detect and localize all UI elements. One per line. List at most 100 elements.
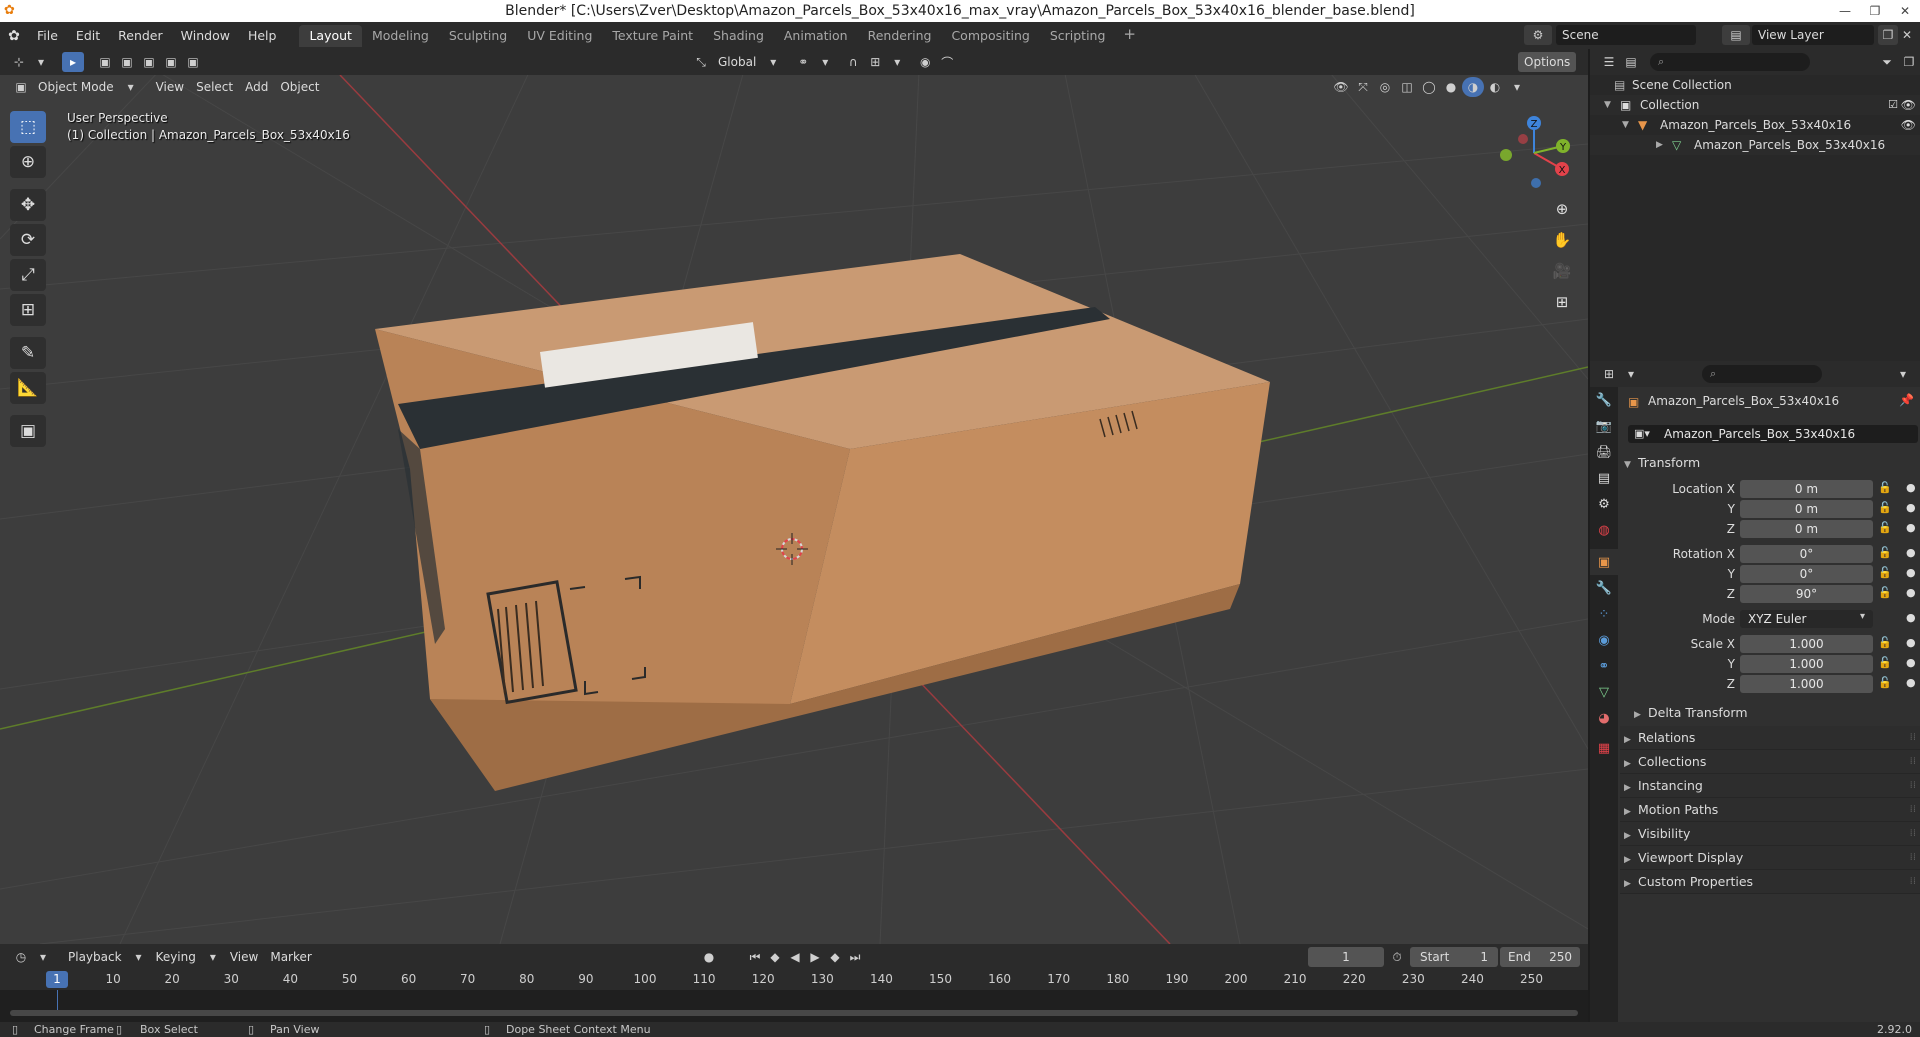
pan-hand-icon[interactable]: ✋ [1548,226,1576,254]
expand-arrow-icon[interactable]: ▶ [1656,135,1663,155]
panel-grip-icon[interactable]: ⁞⁞ [1910,750,1916,774]
keyframe-dot-icon[interactable]: ● [1906,501,1916,514]
tab-texture-paint[interactable]: Texture Paint [602,25,703,47]
chevron-down-icon[interactable]: ▾ [120,77,142,97]
panel-grip-icon[interactable]: ⁞⁞ [1910,846,1916,870]
tab-rendering[interactable]: Rendering [858,25,942,47]
eye-icon[interactable]: 👁 [1901,95,1916,115]
texture-tab-icon[interactable]: ▦ [1590,735,1618,761]
timeline-editor-type-icon[interactable]: ◷ [10,947,32,967]
expand-arrow-icon[interactable]: ▼ [1604,95,1611,115]
transform-panel-header[interactable]: ▼ Transform [1620,451,1920,475]
record-icon[interactable]: ● [698,947,720,967]
material-shading-icon[interactable]: ◑ [1462,77,1484,97]
lock-icon[interactable]: 🔓 [1878,676,1892,689]
menu-keying[interactable]: Keying [150,947,202,967]
menu-marker[interactable]: Marker [264,947,317,967]
xray-toggle-icon[interactable]: ◫ [1396,77,1418,97]
keyframe-dot-icon[interactable]: ● [1906,586,1916,599]
proportional-editing-icon[interactable]: ◉ [914,52,936,72]
orientation-dropdown[interactable]: Global [712,52,762,72]
location-y-field[interactable]: 0 m [1740,500,1873,518]
select-mode-new-icon[interactable]: ▣ [94,52,116,72]
keyframe-dot-icon[interactable]: ● [1906,611,1916,624]
perspective-toggle-icon[interactable]: ⊞ [1548,288,1576,316]
jump-end-icon[interactable]: ⏭ [844,947,866,967]
transform-tool-icon[interactable]: ⊞ [10,294,46,326]
select-mode-invert-icon[interactable]: ▣ [160,52,182,72]
chevron-down-icon[interactable]: ▾ [1620,364,1642,384]
scale-y-field[interactable]: 1.000 [1740,655,1873,673]
keyframe-dot-icon[interactable]: ● [1906,566,1916,579]
outliner-row-mesh[interactable]: ▶ ▽ Amazon_Parcels_Box_53x40x16 [1590,135,1920,155]
scale-tool-icon[interactable]: ⤢ [10,259,46,291]
play-reverse-icon[interactable]: ◀ [784,947,806,967]
output-tab-icon[interactable]: 🖨 [1590,439,1618,465]
chevron-down-icon[interactable]: ▾ [886,52,908,72]
relations-panel-header[interactable]: ▶ Relations ⁞⁞ [1620,726,1920,750]
material-tab-icon[interactable]: ◕ [1590,705,1618,731]
keyframe-dot-icon[interactable]: ● [1906,546,1916,559]
overlay-toggle-icon[interactable]: ◎ [1374,77,1396,97]
display-mode-icon[interactable]: ▤ [1620,52,1642,72]
stopwatch-icon[interactable]: ⏱ [1386,947,1408,967]
expand-arrow-icon[interactable]: ▼ [1622,115,1629,135]
outliner-row-object[interactable]: ▼ ▼ Amazon_Parcels_Box_53x40x16 👁 [1590,115,1920,135]
outliner-row-collection[interactable]: ▼ ▣ Collection ☑ 👁 [1590,95,1920,115]
outliner-row-scene-collection[interactable]: ▤ Scene Collection [1590,75,1920,95]
current-frame-field[interactable]: 1 [1308,947,1384,967]
scene-tab-icon[interactable]: ⚙ [1590,491,1618,517]
rotation-mode-dropdown[interactable]: XYZ Euler [1740,610,1873,628]
tab-animation[interactable]: Animation [774,25,858,47]
jump-start-icon[interactable]: ⏮ [744,947,766,967]
chevron-down-icon[interactable]: ▾ [1506,77,1528,97]
keyframe-dot-icon[interactable]: ● [1906,636,1916,649]
keyframe-dot-icon[interactable]: ● [1906,481,1916,494]
menu-edit[interactable]: Edit [67,25,109,47]
filter-icon[interactable]: ⏷ [1876,52,1898,72]
select-box-icon[interactable]: ⬚ [10,111,46,143]
close-icon[interactable]: ✕ [1890,0,1920,22]
panel-grip-icon[interactable]: ⁞⁞ [1910,726,1916,750]
physics-tab-icon[interactable]: ◉ [1590,627,1618,653]
zoom-icon[interactable]: ⊕ [1548,195,1576,223]
menu-add[interactable]: Add [239,77,274,97]
chevron-down-icon[interactable]: ▾ [202,947,224,967]
cursor-tool-icon[interactable]: ⊕ [10,146,46,178]
viewport-display-panel-header[interactable]: ▶ Viewport Display ⁞⁞ [1620,846,1920,870]
menu-view[interactable]: View [150,77,190,97]
collections-panel-header[interactable]: ▶ Collections ⁞⁞ [1620,750,1920,774]
restore-icon[interactable]: ❐ [1860,0,1890,22]
render-tab-icon[interactable]: 📷 [1590,413,1618,439]
new-collection-icon[interactable]: ❐ [1898,52,1920,72]
gizmo-toggle-icon[interactable]: ⤧ [1352,77,1374,97]
select-tool-icon[interactable]: ▸ [62,52,84,72]
eye-icon[interactable]: 👁 [1901,115,1916,135]
timeline-track[interactable] [0,990,1588,1022]
select-mode-subtract-icon[interactable]: ▣ [138,52,160,72]
chevron-down-icon[interactable]: ▾ [128,947,150,967]
tab-shading[interactable]: Shading [703,25,774,47]
view-layer-icon[interactable]: ▤ [1722,25,1750,45]
camera-view-icon[interactable]: 🎥 [1548,257,1576,285]
world-tab-icon[interactable]: ◍ [1590,517,1618,543]
lock-icon[interactable]: 🔓 [1878,636,1892,649]
chevron-down-icon[interactable]: ▾ [762,52,784,72]
menu-render[interactable]: Render [109,25,172,47]
visibility-panel-header[interactable]: ▶ Visibility ⁞⁞ [1620,822,1920,846]
location-z-field[interactable]: 0 m [1740,520,1873,538]
menu-view-timeline[interactable]: View [224,947,264,967]
annotate-tool-icon[interactable]: ✎ [10,337,46,369]
blender-logo-icon[interactable]: ✿ [0,28,28,44]
outliner-search-input[interactable]: ⌕ [1650,53,1810,71]
dropdown-arrow-icon[interactable]: ▾ [30,52,52,72]
keyframe-dot-icon[interactable]: ● [1906,676,1916,689]
particles-tab-icon[interactable]: ⁘ [1590,601,1618,627]
lock-icon[interactable]: 🔓 [1878,566,1892,579]
remove-view-layer-icon[interactable]: ✕ [1898,25,1916,45]
minimize-icon[interactable]: — [1830,0,1860,22]
solid-shading-icon[interactable]: ● [1440,77,1462,97]
panel-grip-icon[interactable]: ⁞⁞ [1910,798,1916,822]
options-dropdown[interactable]: Options [1518,52,1577,72]
pin-icon[interactable]: 📌 [1899,393,1914,407]
